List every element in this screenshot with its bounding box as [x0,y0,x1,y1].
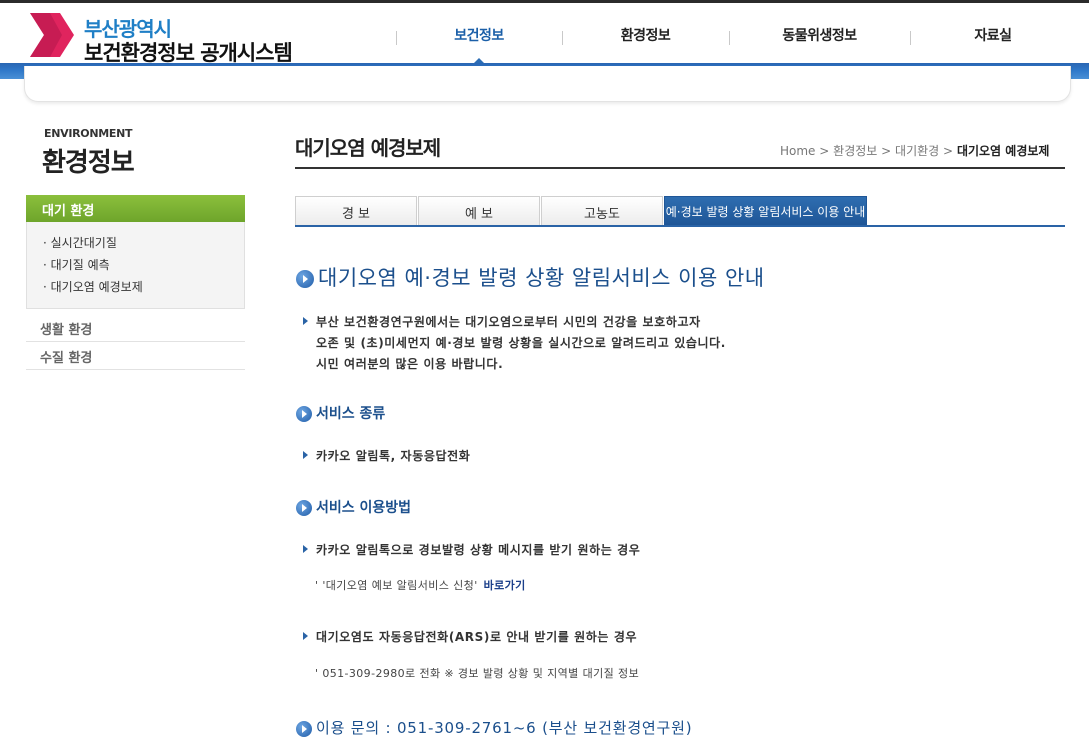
breadcrumb-air[interactable]: 대기환경 [895,144,939,158]
content-heading: 대기오염 예·경보 발령 상황 알림서비스 이용 안내 [296,262,765,292]
breadcrumb-separator: > [881,144,892,158]
breadcrumb-home[interactable]: Home [780,144,815,158]
service-type-value: 카카오 알림톡, 자동응답전화 [316,449,471,463]
arrow-bullet-icon [303,545,308,553]
page-title: 대기오염 예경보제 [295,136,441,160]
tab-forecast[interactable]: 예 보 [418,196,540,225]
usage-heading-text: 서비스 이용방법 [316,500,412,516]
arrow-bullet-icon [303,451,308,459]
usage-kakao: 카카오 알림톡으로 경보발령 상황 메시지를 받기 원하는 경우 [303,540,640,561]
usage-kakao-detail: ' '대기오염 예보 알림서비스 신청' 바로가기 [315,577,526,593]
breadcrumb-environment[interactable]: 환경정보 [833,144,877,158]
tab-divider [295,225,1065,227]
breadcrumb-separator: > [819,144,830,158]
tab-warning[interactable]: 경 보 [295,196,417,225]
inquiry-heading: 이용 문의 : 051-309-2761~6 (부산 보건환경연구원) [296,717,692,738]
sidebar-title: 환경정보 [42,148,135,178]
nav-health-info[interactable]: 보건정보 [396,25,562,55]
intro-line-1: 부산 보건환경연구원에서는 대기오염으로부터 시민의 건강을 보호하고자 [316,315,701,329]
busan-logo-icon [30,13,74,57]
usage-ars: 대기오염도 자동응답전화(ARS)로 안내 받기를 원하는 경우 [303,627,637,648]
intro-paragraph: 부산 보건환경연구원에서는 대기오염으로부터 시민의 건강을 보호하고자 오존 … [303,312,726,375]
content-heading-text: 대기오염 예·경보 발령 상황 알림서비스 이용 안내 [318,266,765,290]
service-type-heading: 서비스 종류 [296,403,385,423]
tab-alert-service-guide[interactable]: 예·경보 발령 상황 알림서비스 이용 안내 [664,196,867,225]
circle-arrow-icon [296,270,314,288]
nav-environment-info[interactable]: 환경정보 [562,25,729,55]
nav-animal-hygiene-info[interactable]: 동물위생정보 [729,25,910,55]
sidebar-subitem-air-forecast[interactable]: · 대기질 예측 [43,256,110,273]
circle-arrow-icon [296,500,312,516]
breadcrumb: Home > 환경정보 > 대기환경 > 대기오염 예경보제 [780,142,1049,159]
sidebar-subitem-air-warning[interactable]: · 대기오염 예경보제 [43,278,143,295]
service-type-text: 카카오 알림톡, 자동응답전화 [303,446,470,467]
kakao-apply-link[interactable]: 바로가기 [484,579,526,592]
usage-heading: 서비스 이용방법 [296,497,411,517]
inquiry-text: 이용 문의 : 051-309-2761~6 (부산 보건환경연구원) [316,719,693,737]
sidebar-item-living-environment[interactable]: 생활 환경 [26,314,245,342]
site-logo[interactable]: 부산광역시 보건환경정보 공개시스템 [28,11,328,65]
breadcrumb-separator: > [943,144,954,158]
circle-arrow-icon [296,720,312,737]
global-nav: 보건정보 환경정보 동물위생정보 자료실 [396,25,1076,64]
sidebar-submenu: · 실시간대기질 · 대기질 예측 · 대기오염 예경보제 [26,222,245,309]
tab-bar: 경 보 예 보 고농도 예·경보 발령 상황 알림서비스 이용 안내 [295,196,1065,226]
circle-arrow-icon [296,406,312,422]
arrow-bullet-icon [303,317,308,325]
sidebar-item-air-environment[interactable]: 대기 환경 [26,195,245,222]
sidebar-item-water-environment[interactable]: 수질 환경 [26,342,245,370]
intro-line-3: 시민 여러분의 많은 이용 바랍니다. [316,357,504,371]
title-divider [295,167,1065,169]
tab-high-concentration[interactable]: 고농도 [541,196,663,225]
sidebar-subitem-realtime-air[interactable]: · 실시간대기질 [43,234,117,251]
sub-nav-bar [24,66,1071,102]
nav-archive[interactable]: 자료실 [910,25,1076,55]
usage-kakao-detail-text: ' '대기오염 예보 알림서비스 신청' [315,579,478,592]
site-header: 부산광역시 보건환경정보 공개시스템 보건정보 환경정보 동물위생정보 자료실 [0,3,1089,65]
usage-ars-detail: ' 051-309-2980로 전화 ※ 경보 발령 상황 및 지역별 대기질 … [315,667,640,680]
sidebar-eng-label: ENVIRONMENT [44,127,133,140]
intro-line-2: 오존 및 (초)미세먼지 예·경보 발령 상황을 실시간으로 알려드리고 있습니… [316,336,726,350]
breadcrumb-current: 대기오염 예경보제 [956,144,1050,158]
service-type-heading-text: 서비스 종류 [316,406,386,422]
usage-ars-text: 대기오염도 자동응답전화(ARS)로 안내 받기를 원하는 경우 [316,630,638,644]
arrow-bullet-icon [303,632,308,640]
usage-kakao-text: 카카오 알림톡으로 경보발령 상황 메시지를 받기 원하는 경우 [316,543,641,557]
